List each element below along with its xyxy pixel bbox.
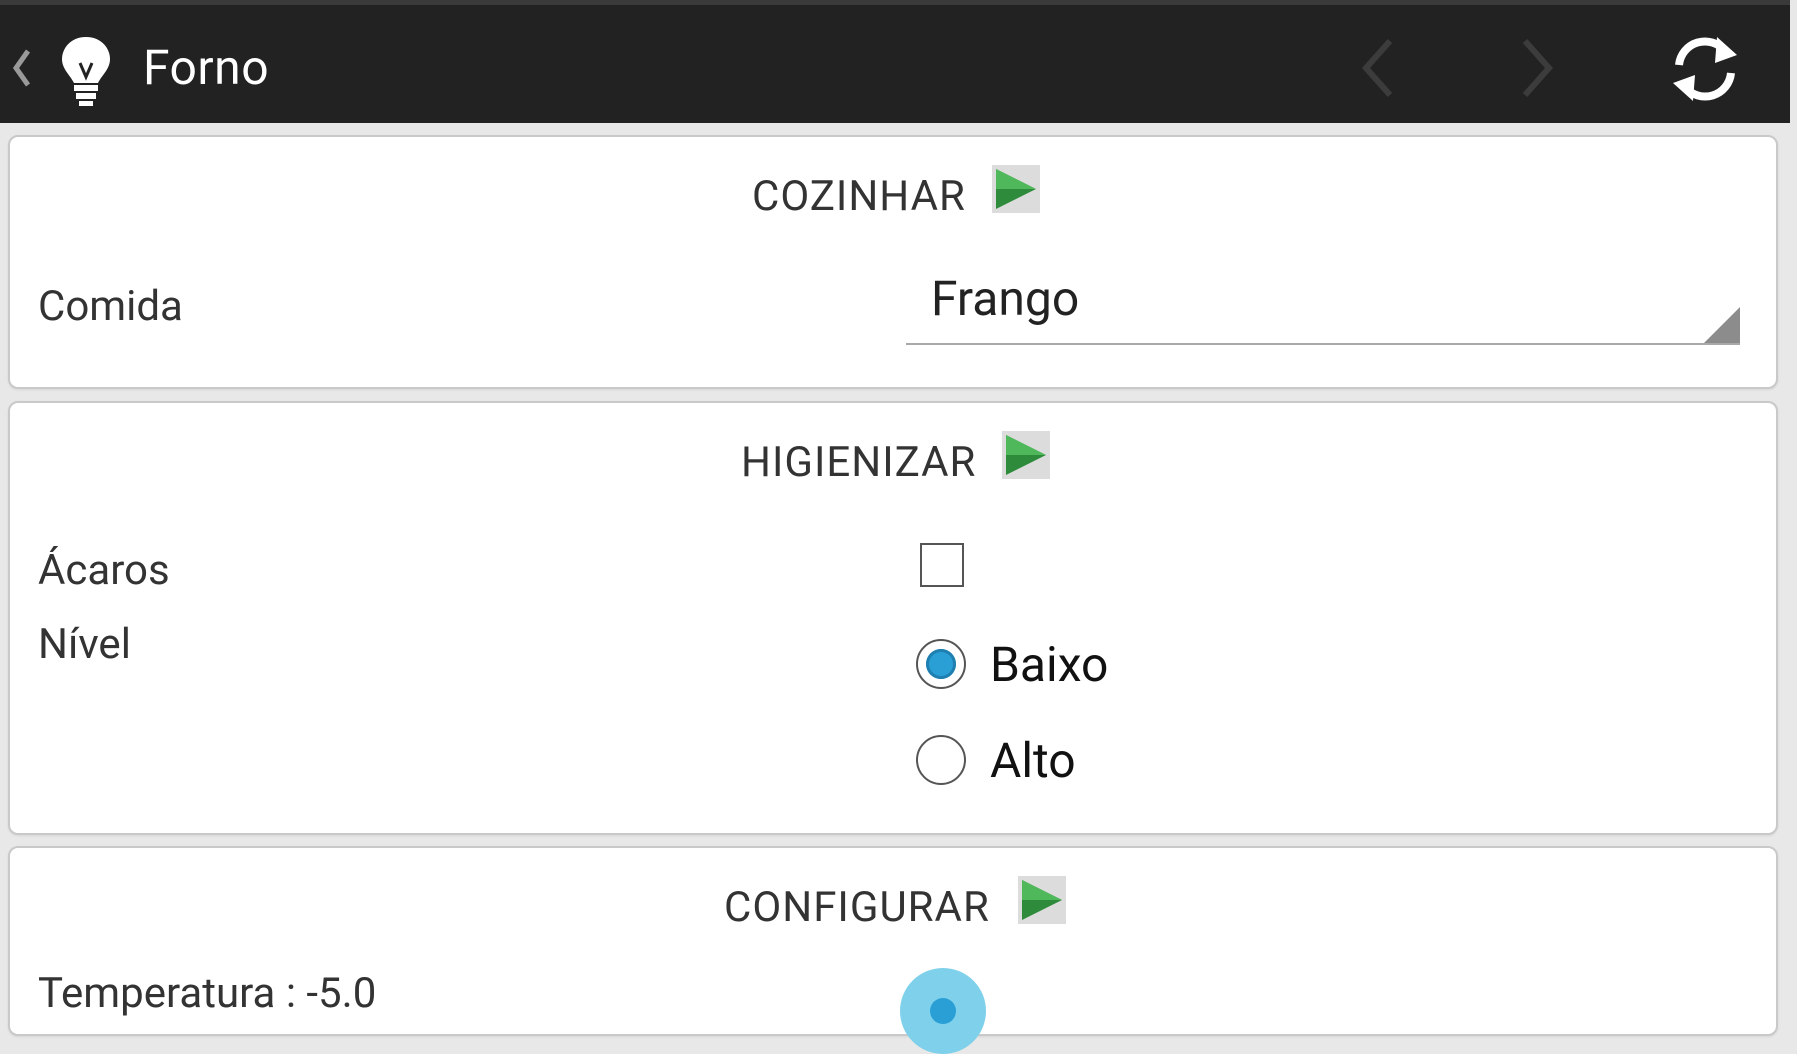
- radio-baixo[interactable]: [916, 639, 966, 689]
- lightbulb-icon[interactable]: [58, 33, 114, 109]
- configurar-card: CONFIGURAR Temperatura : -5.0: [8, 846, 1778, 1054]
- play-icon[interactable]: [1002, 431, 1050, 479]
- configurar-title: CONFIGURAR: [724, 883, 990, 932]
- refresh-icon[interactable]: [1665, 29, 1745, 109]
- chevron-left-icon[interactable]: [1352, 33, 1402, 103]
- radio-alto[interactable]: [916, 735, 966, 785]
- temperatura-label: Temperatura : -5.0: [38, 969, 377, 1018]
- action-bar: Forno: [0, 0, 1790, 123]
- play-icon[interactable]: [992, 165, 1040, 213]
- dropdown-triangle-icon: [1704, 307, 1740, 343]
- radio-alto-label: Alto: [990, 732, 1076, 789]
- higienizar-title: HIGIENIZAR: [741, 438, 977, 487]
- comida-spinner[interactable]: Frango: [906, 261, 1746, 361]
- acaros-label: Ácaros: [38, 546, 170, 595]
- cozinhar-title: COZINHAR: [752, 172, 966, 221]
- chevron-right-icon[interactable]: [1513, 33, 1563, 103]
- chevron-left-icon[interactable]: [6, 43, 36, 93]
- comida-label: Comida: [38, 282, 183, 331]
- temperatura-slider-thumb[interactable]: [900, 968, 986, 1054]
- nivel-label: Nível: [38, 620, 131, 669]
- higienizar-card: HIGIENIZAR Ácaros Nível Baixo Alto: [8, 401, 1778, 835]
- comida-value: Frango: [931, 270, 1080, 327]
- acaros-checkbox[interactable]: [920, 543, 964, 587]
- play-icon[interactable]: [1018, 876, 1066, 924]
- page-title: Forno: [143, 39, 270, 96]
- cozinhar-card: COZINHAR Comida Frango: [8, 135, 1778, 389]
- spinner-underline: [906, 343, 1740, 345]
- nivel-option-baixo[interactable]: Baixo: [916, 633, 1136, 697]
- nivel-option-alto[interactable]: Alto: [916, 729, 1136, 793]
- radio-baixo-label: Baixo: [990, 636, 1109, 693]
